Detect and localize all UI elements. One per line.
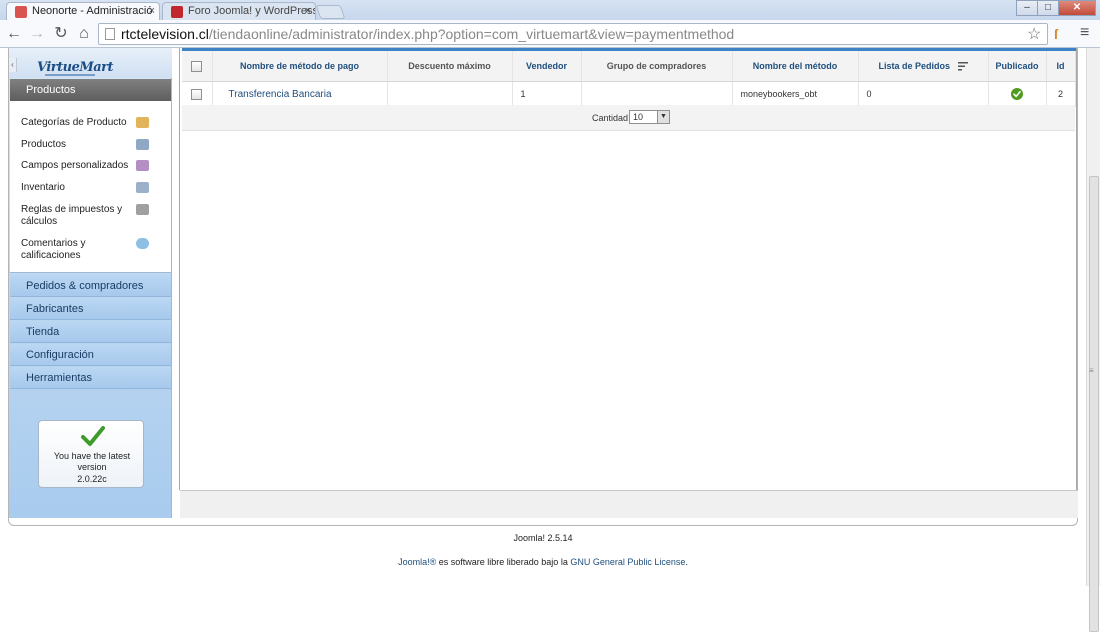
pagination-bar: Cantidad 10 ▼: [182, 105, 1075, 131]
product-icon: [136, 139, 149, 150]
table-row: Transferencia Bancaria 1 moneybookers_ob…: [182, 81, 1076, 107]
discount-cell: [387, 81, 513, 107]
bookmark-star-icon[interactable]: ☆: [1027, 24, 1041, 44]
vertical-scrollbar[interactable]: ≡: [1086, 48, 1100, 632]
back-arrow-icon[interactable]: ←: [4, 24, 24, 44]
sidebar-item-label: Inventario: [21, 182, 65, 193]
select-all-checkbox[interactable]: [191, 60, 203, 72]
logo-area: ‹ VirtueMart: [9, 48, 172, 78]
version-message: You have the latest version: [53, 451, 131, 472]
browser-menu-icon[interactable]: ≡: [1080, 24, 1089, 42]
minimize-button[interactable]: –: [1016, 0, 1038, 16]
scrollbar-grip-icon: ≡: [1089, 366, 1094, 375]
col-publicado[interactable]: Publicado: [988, 48, 1047, 82]
joomla-favicon-icon: [15, 6, 27, 18]
tab-neonorte[interactable]: Neonorte - Administració ×: [6, 2, 160, 20]
version-number: 2.0.22c: [77, 474, 107, 484]
joomla-version: Joomla! 2.5.14: [513, 533, 573, 543]
items-per-page-value: 10: [633, 112, 644, 122]
sidebar-item-label: calificaciones: [21, 250, 81, 261]
license-suffix: .: [685, 557, 688, 567]
folder-icon: [136, 117, 149, 128]
license-notice: Joomla!® es software libre liberado bajo…: [0, 557, 1086, 567]
items-per-page-select[interactable]: 10 ▼: [629, 110, 670, 124]
payment-method-name-link[interactable]: Transferencia Bancaria: [212, 81, 388, 107]
pagination-label: Cantidad: [592, 113, 629, 123]
row-select-cell: [182, 81, 213, 107]
published-cell: [988, 81, 1047, 107]
comment-icon: [136, 238, 149, 249]
address-bar[interactable]: rtctelevision.cl/tiendaonline/administra…: [98, 23, 1048, 45]
logo-underline: [45, 74, 95, 76]
col-lista-pedidos-label: Lista de Pedidos: [878, 60, 950, 71]
col-nombre-metodo[interactable]: Nombre del método: [732, 48, 859, 82]
table-header-row: Nombre de método de pago Descuento máxim…: [182, 48, 1076, 82]
sidebar-item-label: Categorías de Producto: [21, 117, 127, 128]
forward-arrow-icon[interactable]: →: [27, 24, 47, 44]
select-all-cell: [182, 48, 213, 82]
url-path: /tiendaonline/administrator/index.php?op…: [208, 26, 735, 42]
productos-submenu: Categorías de Producto Productos Campos …: [10, 101, 171, 273]
url-host: rtctelevision.cl: [121, 26, 209, 42]
col-descuento-maximo: Descuento máximo: [387, 48, 513, 82]
vendor-cell: 1: [512, 81, 582, 107]
joomla-link[interactable]: Joomla!®: [398, 557, 436, 567]
main-footer-bar: [180, 490, 1078, 518]
main-content: Nombre de método de pago Descuento máxim…: [179, 48, 1078, 518]
tab-close-icon[interactable]: ×: [149, 3, 155, 20]
col-id[interactable]: Id: [1046, 48, 1076, 82]
calculator-icon: [136, 204, 149, 215]
sidebar-section-configuracion[interactable]: Configuración: [10, 344, 171, 366]
method-name-cell: moneybookers_obt: [732, 81, 859, 107]
shopper-group-cell: [581, 81, 733, 107]
page-icon: [105, 28, 115, 40]
col-nombre-metodo-pago[interactable]: Nombre de método de pago: [212, 48, 388, 82]
sidebar-item-label: cálculos: [21, 216, 58, 227]
virtuemart-logo: VirtueMart: [37, 60, 114, 75]
tab-close-icon[interactable]: ×: [305, 3, 311, 20]
home-icon[interactable]: ⌂: [74, 24, 94, 44]
new-tab-button[interactable]: [315, 5, 346, 19]
sidebar-section-tienda[interactable]: Tienda: [10, 321, 171, 343]
inventory-icon: [136, 182, 149, 193]
sidebar-section-fabricantes[interactable]: Fabricantes: [10, 298, 171, 320]
sidebar: ‹ VirtueMart Productos Categorías de Pro…: [9, 48, 172, 518]
extension-icon[interactable]: ſ: [1054, 26, 1068, 42]
close-window-button[interactable]: ✕: [1058, 0, 1096, 16]
foro-favicon-icon: [171, 6, 183, 18]
sidebar-section-pedidos[interactable]: Pedidos & compradores: [10, 275, 171, 297]
scrollbar-thumb[interactable]: [1089, 176, 1099, 632]
sidebar-item-label: Productos: [21, 139, 67, 150]
browser-toolbar: ← → ↻ ⌂ rtctelevision.cl/tiendaonline/ad…: [0, 20, 1100, 48]
id-cell: 2: [1046, 81, 1076, 107]
collapse-sidebar-icon[interactable]: ‹: [9, 58, 17, 72]
published-check-icon[interactable]: [1011, 88, 1023, 100]
browser-tabstrip: Neonorte - Administració × Foro Joomla! …: [0, 0, 1100, 20]
chevron-down-icon[interactable]: ▼: [657, 111, 669, 123]
payment-methods-table: Nombre de método de pago Descuento máxim…: [182, 48, 1076, 107]
license-text: es software libre liberado bajo la: [436, 557, 571, 567]
col-grupo-compradores: Grupo de compradores: [581, 48, 733, 82]
tab-title: Neonorte - Administració: [32, 5, 153, 17]
sidebar-item-label: Campos personalizados: [21, 160, 129, 171]
sort-icon[interactable]: [957, 62, 968, 71]
tab-title: Foro Joomla! y WordPress: [188, 5, 316, 17]
sidebar-section-productos[interactable]: Productos: [10, 79, 171, 101]
custom-fields-icon: [136, 160, 149, 171]
reload-icon[interactable]: ↻: [51, 24, 71, 44]
tab-foro-joomla[interactable]: Foro Joomla! y WordPress ×: [162, 2, 316, 20]
sidebar-item-label: Comentarios y: [21, 238, 86, 249]
gpl-link[interactable]: GNU General Public License: [570, 557, 685, 567]
col-lista-pedidos[interactable]: Lista de Pedidos: [858, 48, 989, 82]
sidebar-section-herramientas[interactable]: Herramientas: [10, 367, 171, 389]
maximize-button[interactable]: □: [1037, 0, 1059, 16]
sidebar-item-label: Reglas de impuestos y: [21, 204, 123, 215]
row-checkbox[interactable]: [191, 88, 203, 100]
version-status-box: You have the latest version 2.0.22c: [38, 420, 144, 488]
admin-panel: ‹ VirtueMart Productos Categorías de Pro…: [8, 48, 1078, 526]
col-vendedor[interactable]: Vendedor: [512, 48, 582, 82]
checkmark-icon: [81, 426, 105, 446]
order-cell: 0: [858, 81, 989, 107]
